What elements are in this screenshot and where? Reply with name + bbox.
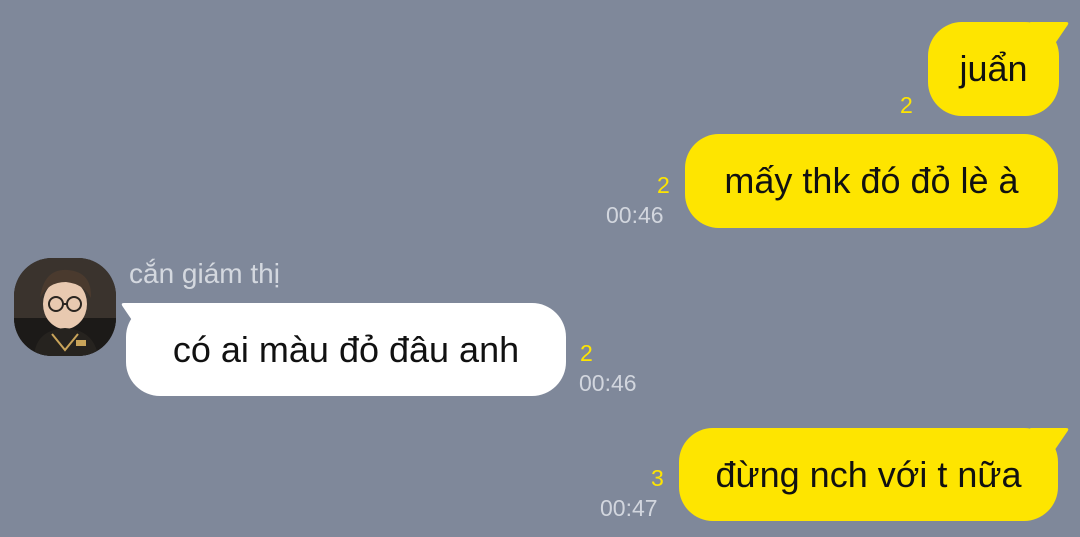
- bubble-tail-icon: [1030, 428, 1069, 454]
- sender-avatar[interactable]: [14, 258, 116, 356]
- outgoing-message-bubble[interactable]: đừng nch với t nữa: [679, 428, 1058, 521]
- bubble-tail-icon: [1030, 22, 1069, 48]
- chat-message-list[interactable]: juẩn 2 mấy thk đó đỏ lè à 2 00:46 cắn gi…: [0, 0, 1080, 537]
- unread-count: 2: [580, 340, 593, 366]
- message-text: mấy thk đó đỏ lè à: [724, 160, 1019, 201]
- unread-count: 3: [651, 465, 664, 491]
- unread-count: 2: [900, 92, 913, 118]
- message-text: juẩn: [959, 48, 1028, 89]
- sender-name: cắn giám thị: [129, 258, 280, 289]
- message-timestamp: 00:46: [579, 370, 637, 396]
- profile-photo-icon: [14, 258, 116, 356]
- unread-count: 2: [657, 172, 670, 198]
- message-timestamp: 00:46: [606, 202, 664, 228]
- message-text: có ai màu đỏ đâu anh: [172, 328, 520, 370]
- message-timestamp: 00:47: [600, 495, 658, 521]
- message-text: đừng nch với t nữa: [715, 453, 1022, 495]
- incoming-message-bubble[interactable]: có ai màu đỏ đâu anh: [126, 303, 566, 396]
- outgoing-message-bubble[interactable]: mấy thk đó đỏ lè à: [685, 134, 1058, 228]
